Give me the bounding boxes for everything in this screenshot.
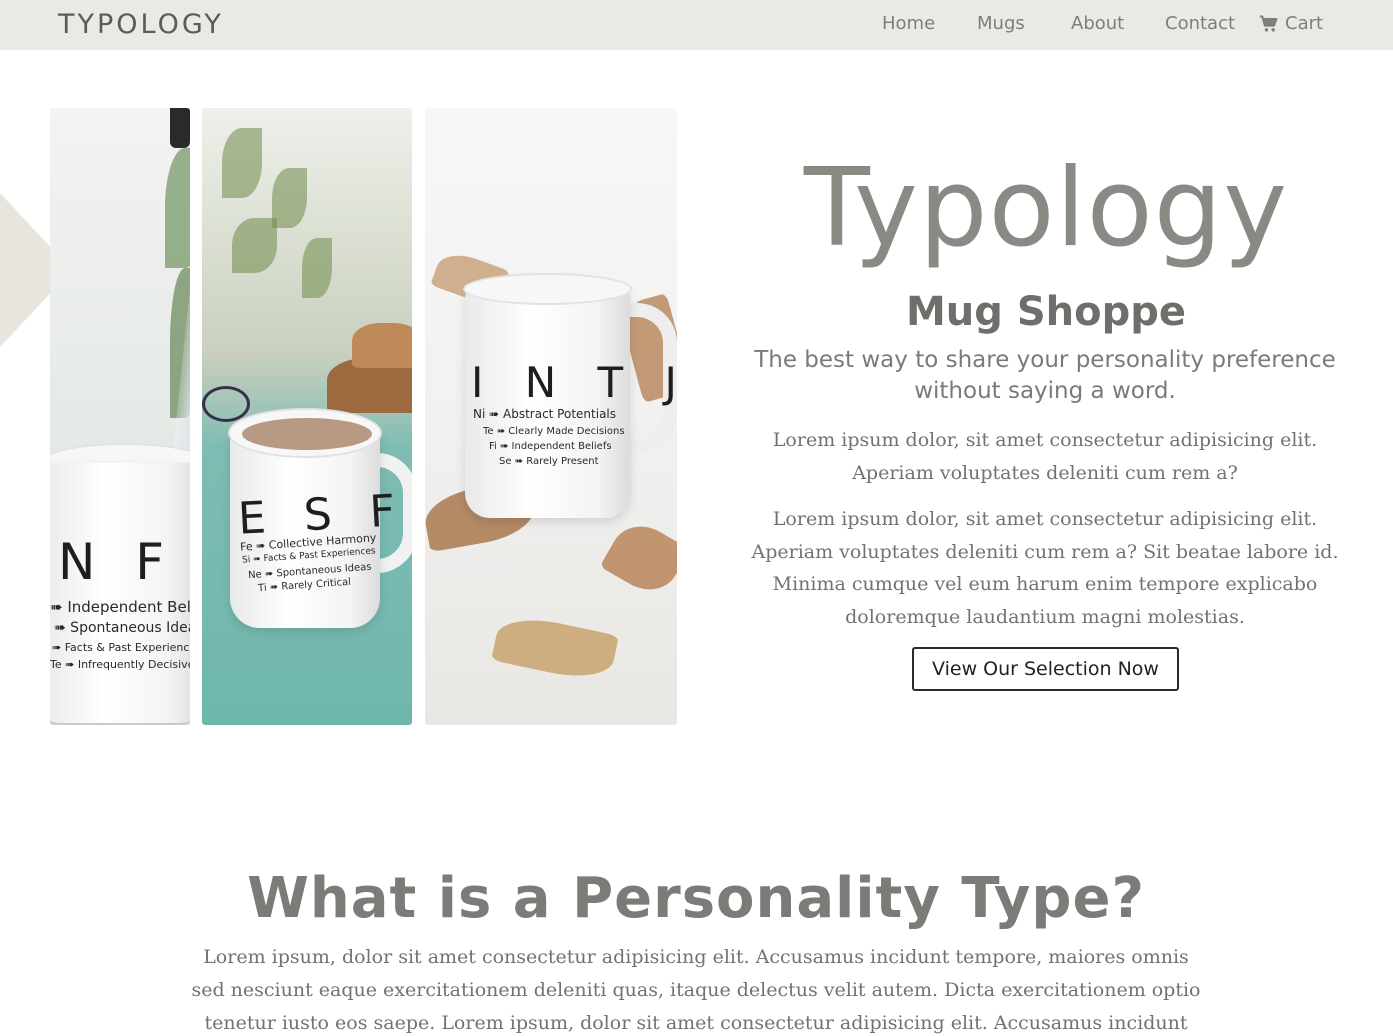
mug-letters-intj: I N T J bbox=[471, 358, 677, 407]
hero-subtitle: Mug Shoppe bbox=[906, 289, 1186, 335]
cart-label: Cart bbox=[1285, 13, 1324, 34]
nav-link-cart[interactable]: Cart bbox=[1259, 13, 1323, 34]
mug-line: Ni ➠ Abstract Potentials bbox=[473, 407, 617, 421]
section-paragraph: Lorem ipsum, dolor sit amet consectetur … bbox=[191, 946, 1201, 1034]
mug-line: Te ➠ Clearly Made Decisions bbox=[483, 426, 625, 437]
mug-line: Te ➠ Infrequently Decisive bbox=[50, 658, 190, 671]
nav-link-contact[interactable]: Contact bbox=[1165, 13, 1235, 34]
mug-letters-nfp: N F P bbox=[58, 533, 190, 591]
hero-paragraph-1: Lorem ipsum dolor, sit amet consectetur … bbox=[772, 429, 1318, 484]
nav-link-mugs[interactable]: Mugs bbox=[977, 13, 1025, 34]
nav-link-about[interactable]: About bbox=[1071, 13, 1124, 34]
brand-logo[interactable]: TYPOLOGY bbox=[58, 9, 224, 40]
mug-image-nfp: N F P ➠ Independent Beliefs ➠ Spontaneou… bbox=[50, 108, 190, 725]
mug-line: ➠ Spontaneous Ideas bbox=[54, 620, 190, 636]
mug-line: ➠ Facts & Past Experiences bbox=[52, 641, 190, 654]
mug-line: Fi ➠ Independent Beliefs bbox=[489, 441, 612, 452]
mug-image-esfj: E S F J Fe ➠ Collective Harmony Si ➠ Fac… bbox=[202, 108, 412, 725]
section-title: What is a Personality Type? bbox=[247, 866, 1145, 931]
cart-icon bbox=[1259, 15, 1278, 31]
mug-line: ➠ Independent Beliefs bbox=[50, 598, 190, 616]
hero-title: Typology bbox=[803, 146, 1289, 271]
hero-tagline: The best way to share your personality p… bbox=[754, 347, 1336, 404]
nav-link-home[interactable]: Home bbox=[882, 13, 935, 34]
view-selection-button[interactable]: View Our Selection Now bbox=[912, 647, 1179, 691]
hero-paragraph-2: Lorem ipsum dolor, sit amet consectetur … bbox=[751, 508, 1339, 628]
navbar: TYPOLOGY Home Mugs About Contact Cart bbox=[0, 0, 1393, 50]
mug-line: Se ➠ Rarely Present bbox=[499, 456, 599, 467]
mug-image-intj: I N T J Ni ➠ Abstract Potentials Te ➠ Cl… bbox=[425, 108, 677, 725]
